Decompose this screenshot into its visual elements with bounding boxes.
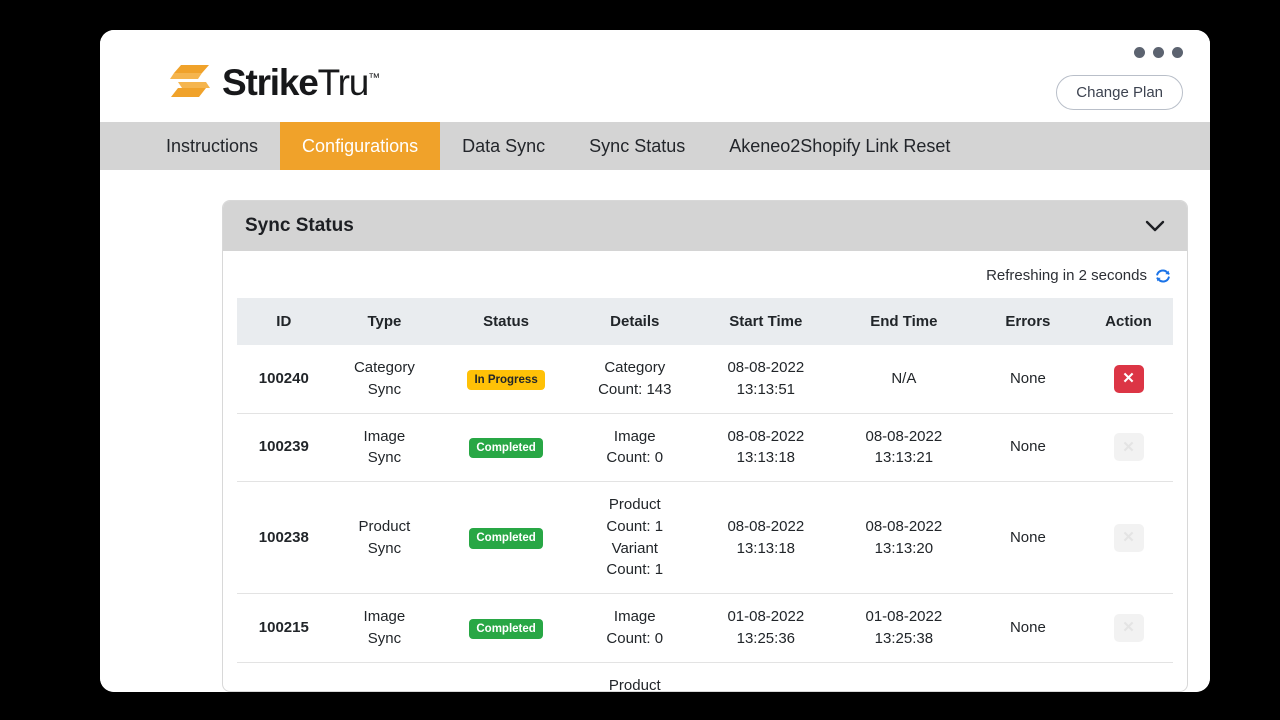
table-row: 100215 Image Sync Completed Image Count: 00… — [237, 593, 1173, 662]
cell-action: ✕ — [1084, 593, 1173, 662]
table-row: Product — [237, 661, 1173, 691]
column-header-action: Action — [1084, 298, 1173, 345]
cell-start-time: 01-08-2022 13:25:36 — [695, 593, 836, 662]
sync-status-card-header[interactable]: Sync Status — [223, 201, 1187, 251]
status-badge: Completed — [469, 438, 543, 459]
cell-end-time: 08-08-2022 13:13:20 — [836, 481, 972, 594]
cell-errors: None — [1009, 369, 1046, 387]
cell-details: Image Count: 0 — [573, 593, 696, 662]
cancel-sync-button-disabled: ✕ — [1113, 613, 1144, 642]
page-title: Sync Status — [245, 215, 354, 236]
page-content: Sync Status Refreshing in 2 seconds ID T… — [100, 170, 1210, 692]
cell-type: Category Sync — [353, 359, 415, 398]
cell-action: ✕ — [1084, 481, 1173, 594]
table-row: 100240 Category Sync In Progress Category C… — [237, 345, 1173, 413]
status-badge: In Progress — [467, 369, 545, 390]
nav-item-data-sync[interactable]: Data Sync — [440, 122, 567, 170]
cell-start-time: 08-08-2022 13:13:18 — [695, 481, 836, 594]
cell-details: Category Count: 143 — [598, 359, 672, 398]
window-dot-1[interactable] — [1134, 47, 1145, 58]
nav-item-sync-status[interactable]: Sync Status — [567, 122, 707, 170]
cancel-sync-button-disabled: ✕ — [1113, 433, 1144, 462]
cell-status: Completed — [438, 481, 574, 594]
cell-type — [330, 661, 439, 691]
cell-errors: None — [971, 481, 1085, 594]
column-header-details: Details — [573, 298, 696, 345]
column-header-start-time: Start Time — [695, 298, 836, 345]
cell-end-time: N/A — [891, 369, 917, 387]
cell-type: Image Sync — [330, 593, 439, 662]
table-row: 100238 Product Sync Completed Product Count… — [237, 481, 1173, 594]
table-body: 100240 Category Sync In Progress Category C… — [237, 345, 1173, 691]
table-header: ID Type Status Details Start Time End Ti… — [237, 298, 1173, 345]
cell-start-time — [695, 661, 836, 691]
column-header-errors: Errors — [971, 298, 1085, 345]
cell-errors: None — [971, 412, 1085, 482]
refresh-status: Refreshing in 2 seconds — [237, 265, 1173, 298]
cell-end-time — [836, 661, 972, 691]
cell-type: Image Sync — [330, 412, 439, 482]
sync-status-card: Sync Status Refreshing in 2 seconds ID T… — [222, 200, 1188, 692]
cell-errors — [971, 661, 1085, 691]
cancel-sync-button[interactable]: ✕ — [1113, 364, 1144, 393]
main-navigation: Instructions Configurations Data Sync Sy… — [100, 122, 1210, 170]
window-dot-3[interactable] — [1172, 47, 1183, 58]
cell-status: In Progress — [438, 345, 574, 413]
cell-status — [438, 661, 574, 691]
brand-name: StrikeTru™ — [222, 64, 380, 101]
window-controls[interactable] — [1134, 47, 1183, 58]
cell-errors: None — [971, 593, 1085, 662]
cell-details: Product Count: 1 Variant Count: 1 — [573, 481, 696, 594]
sync-status-card-body: Refreshing in 2 seconds ID Type Status D… — [223, 251, 1187, 691]
window-dot-2[interactable] — [1153, 47, 1164, 58]
refresh-countdown-label: Refreshing in 2 seconds — [986, 267, 1147, 284]
column-header-status: Status — [438, 298, 574, 345]
cell-start-time: 08-08-2022 13:13:51 — [727, 359, 805, 398]
column-header-type: Type — [330, 298, 439, 345]
sync-status-table: ID Type Status Details Start Time End Ti… — [237, 298, 1173, 691]
column-header-id: ID — [237, 298, 331, 345]
brand-name-bold: Strike — [222, 61, 319, 103]
striketru-logo-mark-icon — [168, 62, 212, 102]
brand-name-light: Tru — [317, 61, 370, 103]
column-header-end-time: End Time — [836, 298, 972, 345]
cell-details: Product — [573, 661, 696, 691]
cell-end-time: 01-08-2022 13:25:38 — [836, 593, 972, 662]
cell-action: ✕ — [1084, 412, 1173, 482]
nav-item-akeneo2shopify-link-reset[interactable]: Akeneo2Shopify Link Reset — [707, 122, 972, 170]
cell-id: 100240 — [258, 369, 309, 387]
chevron-down-icon[interactable] — [1145, 220, 1165, 232]
change-plan-button[interactable]: Change Plan — [1056, 75, 1183, 110]
cell-id — [237, 661, 331, 691]
status-badge: Completed — [469, 528, 543, 549]
cell-id: 100238 — [237, 481, 331, 594]
table-header-row: ID Type Status Details Start Time End Ti… — [237, 298, 1173, 345]
nav-item-instructions[interactable]: Instructions — [100, 122, 280, 170]
status-badge: Completed — [469, 618, 543, 639]
nav-item-configurations[interactable]: Configurations — [280, 122, 441, 170]
cell-id: 100239 — [237, 412, 331, 482]
refresh-icon[interactable] — [1155, 268, 1171, 284]
cell-details: Image Count: 0 — [573, 412, 696, 482]
brand-logo[interactable]: StrikeTru™ — [168, 62, 380, 102]
cell-action: ✕ — [1084, 345, 1173, 413]
browser-window: StrikeTru™ Change Plan Instructions Conf… — [100, 30, 1210, 692]
cell-status: Completed — [438, 593, 574, 662]
table-row: 100239 Image Sync Completed Image Count: 00… — [237, 412, 1173, 482]
cancel-sync-button-disabled: ✕ — [1113, 523, 1144, 552]
cell-start-time: 08-08-2022 13:13:18 — [695, 412, 836, 482]
app-header: StrikeTru™ Change Plan — [100, 30, 1210, 122]
cell-type: Product Sync — [330, 481, 439, 594]
cell-action — [1084, 661, 1173, 691]
cell-end-time: 08-08-2022 13:13:21 — [836, 412, 972, 482]
cell-status: Completed — [438, 412, 574, 482]
cell-id: 100215 — [237, 593, 331, 662]
trademark-symbol: ™ — [368, 70, 381, 85]
